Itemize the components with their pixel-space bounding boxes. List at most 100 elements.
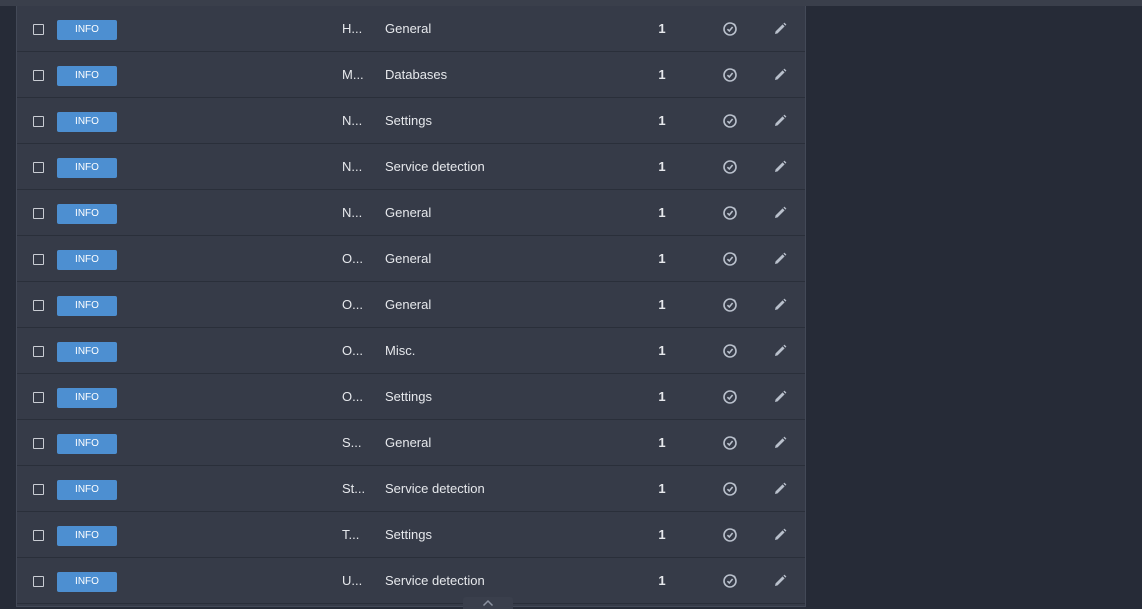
severity-badge: INFO bbox=[57, 296, 117, 316]
plugin-family: General bbox=[385, 435, 432, 450]
row-checkbox[interactable] bbox=[33, 24, 44, 35]
pencil-icon[interactable] bbox=[772, 21, 788, 37]
pencil-icon[interactable] bbox=[772, 113, 788, 129]
clock-check-icon[interactable] bbox=[722, 113, 738, 129]
pencil-icon[interactable] bbox=[772, 67, 788, 83]
chevron-up-icon bbox=[482, 599, 494, 607]
plugin-name: O... bbox=[342, 251, 363, 266]
host-count: 1 bbox=[658, 251, 666, 266]
clock-check-icon[interactable] bbox=[722, 159, 738, 175]
clock-check-icon[interactable] bbox=[722, 67, 738, 83]
pencil-icon[interactable] bbox=[772, 435, 788, 451]
row-checkbox[interactable] bbox=[33, 576, 44, 587]
severity-badge: INFO bbox=[57, 66, 117, 86]
clock-check-icon[interactable] bbox=[722, 343, 738, 359]
pencil-icon[interactable] bbox=[772, 297, 788, 313]
severity-badge: INFO bbox=[57, 572, 117, 592]
clock-check-icon[interactable] bbox=[722, 435, 738, 451]
plugin-family: Misc. bbox=[385, 343, 416, 358]
severity-badge: INFO bbox=[57, 20, 117, 40]
clock-check-icon[interactable] bbox=[722, 573, 738, 589]
host-count: 1 bbox=[658, 481, 666, 496]
row-checkbox[interactable] bbox=[33, 530, 44, 541]
pencil-icon[interactable] bbox=[772, 343, 788, 359]
plugin-name: S... bbox=[342, 435, 362, 450]
plugin-name: O... bbox=[342, 389, 363, 404]
table-row[interactable]: INFO N... General 1 bbox=[17, 190, 805, 236]
pencil-icon[interactable] bbox=[772, 481, 788, 497]
table-row[interactable]: INFO N... Settings 1 bbox=[17, 98, 805, 144]
plugin-name: St... bbox=[342, 481, 366, 496]
pencil-icon[interactable] bbox=[772, 389, 788, 405]
host-count: 1 bbox=[658, 435, 666, 450]
clock-check-icon[interactable] bbox=[722, 251, 738, 267]
plugin-name: N... bbox=[342, 159, 363, 174]
severity-badge: INFO bbox=[57, 480, 117, 500]
row-checkbox[interactable] bbox=[33, 208, 44, 219]
table-row[interactable]: INFO O... Settings 1 bbox=[17, 374, 805, 420]
severity-badge: INFO bbox=[57, 112, 117, 132]
table-row[interactable]: INFO T... Settings 1 bbox=[17, 512, 805, 558]
plugin-family: General bbox=[385, 251, 432, 266]
table-row[interactable]: INFO O... General 1 bbox=[17, 236, 805, 282]
clock-check-icon[interactable] bbox=[722, 481, 738, 497]
row-checkbox[interactable] bbox=[33, 300, 44, 311]
plugin-family: Settings bbox=[385, 389, 432, 404]
table-row[interactable]: INFO M... Databases 1 bbox=[17, 52, 805, 98]
pencil-icon[interactable] bbox=[772, 527, 788, 543]
plugin-name: N... bbox=[342, 113, 363, 128]
clock-check-icon[interactable] bbox=[722, 21, 738, 37]
host-count: 1 bbox=[658, 389, 666, 404]
row-checkbox[interactable] bbox=[33, 438, 44, 449]
severity-badge: INFO bbox=[57, 342, 117, 362]
plugin-family: Service detection bbox=[385, 481, 485, 496]
severity-badge: INFO bbox=[57, 526, 117, 546]
row-checkbox[interactable] bbox=[33, 254, 44, 265]
plugin-name: T... bbox=[342, 527, 360, 542]
row-checkbox[interactable] bbox=[33, 162, 44, 173]
pencil-icon[interactable] bbox=[772, 159, 788, 175]
plugin-name: N... bbox=[342, 205, 363, 220]
table-row[interactable]: INFO U... Service detection 1 bbox=[17, 558, 805, 604]
plugin-family: General bbox=[385, 205, 432, 220]
table-row[interactable]: INFO H... General 1 bbox=[17, 6, 805, 52]
clock-check-icon[interactable] bbox=[722, 205, 738, 221]
host-count: 1 bbox=[658, 573, 666, 588]
plugin-name: H... bbox=[342, 21, 363, 36]
severity-badge: INFO bbox=[57, 204, 117, 224]
table-row[interactable]: INFO O... General 1 bbox=[17, 282, 805, 328]
host-count: 1 bbox=[658, 205, 666, 220]
severity-badge: INFO bbox=[57, 388, 117, 408]
pencil-icon[interactable] bbox=[772, 251, 788, 267]
plugin-family: General bbox=[385, 21, 432, 36]
host-count: 1 bbox=[658, 343, 666, 358]
scroll-to-top-button[interactable] bbox=[463, 597, 513, 609]
host-count: 1 bbox=[658, 159, 666, 174]
pencil-icon[interactable] bbox=[772, 205, 788, 221]
table-row[interactable]: INFO St... Service detection 1 bbox=[17, 466, 805, 512]
plugin-family: Databases bbox=[385, 67, 448, 82]
severity-badge: INFO bbox=[57, 250, 117, 270]
host-count: 1 bbox=[658, 67, 666, 82]
table-row[interactable]: INFO N... Service detection 1 bbox=[17, 144, 805, 190]
clock-check-icon[interactable] bbox=[722, 389, 738, 405]
table-row[interactable]: INFO S... General 1 bbox=[17, 420, 805, 466]
plugin-name: M... bbox=[342, 67, 364, 82]
host-count: 1 bbox=[658, 527, 666, 542]
host-count: 1 bbox=[658, 297, 666, 312]
row-checkbox[interactable] bbox=[33, 70, 44, 81]
results-table: INFO H... General 1 INFO M... Databases … bbox=[16, 6, 806, 607]
row-checkbox[interactable] bbox=[33, 392, 44, 403]
clock-check-icon[interactable] bbox=[722, 297, 738, 313]
pencil-icon[interactable] bbox=[772, 573, 788, 589]
table-row[interactable]: INFO O... Misc. 1 bbox=[17, 328, 805, 374]
row-checkbox[interactable] bbox=[33, 484, 44, 495]
plugin-family: General bbox=[385, 297, 432, 312]
row-checkbox[interactable] bbox=[33, 116, 44, 127]
plugin-name: U... bbox=[342, 573, 363, 588]
host-count: 1 bbox=[658, 113, 666, 128]
row-checkbox[interactable] bbox=[33, 346, 44, 357]
clock-check-icon[interactable] bbox=[722, 527, 738, 543]
plugin-family: Settings bbox=[385, 527, 432, 542]
severity-badge: INFO bbox=[57, 434, 117, 454]
